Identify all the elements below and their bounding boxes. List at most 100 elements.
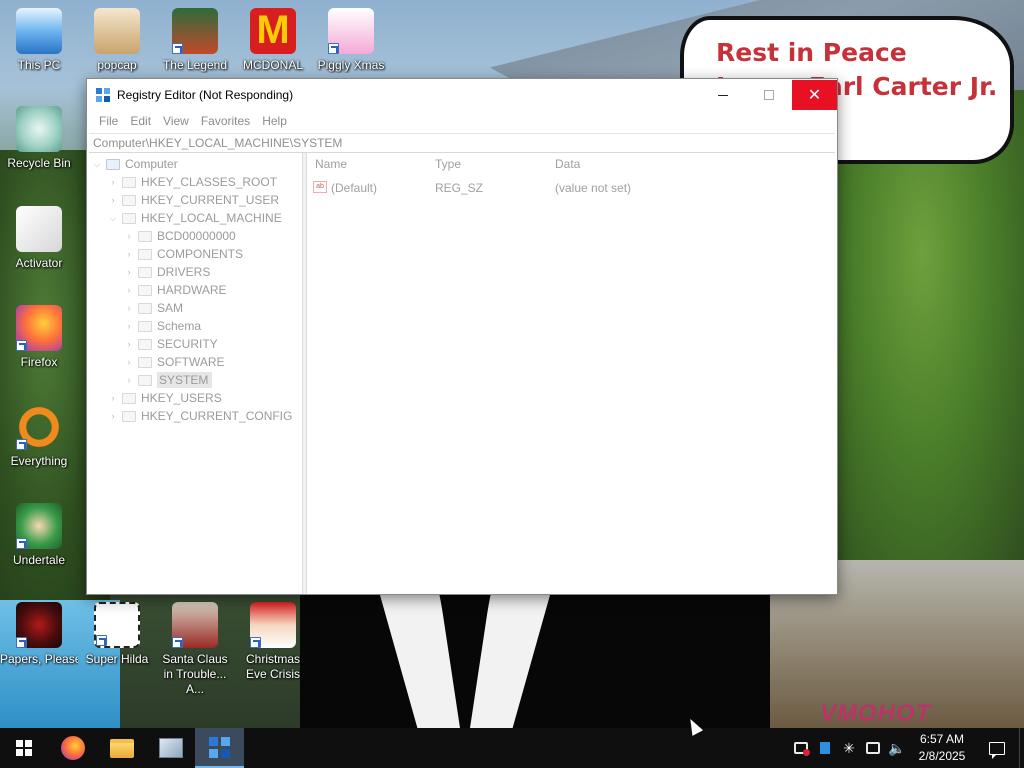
column-header-data[interactable]: Data [555, 157, 580, 171]
taskbar-app-file-explorer[interactable] [97, 728, 146, 768]
menu-favorites[interactable]: Favorites [195, 114, 256, 128]
desktop-icon-christmas-eve-crisis[interactable]: Christmas Eve Crisis [234, 602, 312, 682]
desktop-icon-santa-claus[interactable]: Santa Claus in Trouble... A... [156, 602, 234, 697]
tree-node-computer[interactable]: ⌵ Computer [91, 155, 178, 173]
menu-help[interactable]: Help [256, 114, 293, 128]
clock-date: 2/8/2025 [918, 749, 966, 763]
tree-node-sam[interactable]: › SAM [123, 299, 184, 317]
chevron-down-icon[interactable]: ⌵ [107, 213, 119, 224]
chevron-right-icon[interactable]: › [123, 321, 135, 331]
desktop-icon-everything[interactable]: Everything [0, 404, 78, 469]
folder-icon [122, 194, 136, 206]
menu-view[interactable]: View [157, 114, 195, 128]
chevron-right-icon[interactable]: › [123, 357, 135, 367]
tree-node-label: HKEY_CLASSES_ROOT [141, 175, 278, 189]
menu-edit[interactable]: Edit [124, 114, 157, 128]
taskbar-app-remote-desktop[interactable] [146, 728, 195, 768]
tree-node-label: SYSTEM [157, 372, 213, 388]
desktop-icon-label: Papers, Please [0, 652, 78, 666]
tree-node-label: SAM [157, 301, 184, 315]
title-bar[interactable]: Registry Editor (Not Responding) ✕ [87, 79, 837, 111]
registry-editor-icon [95, 87, 111, 103]
shortcut-arrow-icon [16, 637, 27, 648]
column-header-type[interactable]: Type [435, 157, 461, 171]
folder-icon [138, 320, 152, 332]
tray-security[interactable] [789, 728, 813, 768]
desktop-icon-recycle-bin[interactable]: Recycle Bin [0, 106, 78, 171]
action-center-button[interactable] [975, 728, 1019, 768]
chevron-right-icon[interactable]: › [123, 249, 135, 259]
minimize-button[interactable] [700, 80, 746, 110]
start-button[interactable] [0, 728, 48, 768]
column-header-name[interactable]: Name [315, 157, 347, 171]
desktop-icon-piggly-xmas[interactable]: Piggly Xmas [312, 8, 390, 73]
desktop-icon-firefox[interactable]: Firefox [0, 305, 78, 370]
chevron-right-icon[interactable]: › [123, 285, 135, 295]
computer-icon [106, 158, 120, 170]
desktop-icon-mcdonald[interactable]: M MCDONAL [234, 8, 312, 73]
desktop-icon-popcap[interactable]: popcap [78, 8, 156, 73]
tree-node-drivers[interactable]: › DRIVERS [123, 263, 211, 281]
legend-game-icon [172, 8, 218, 54]
value-row[interactable]: ab (Default) REG_SZ (value not set) [307, 179, 837, 197]
taskbar-clock[interactable]: 6:57 AM 2/8/2025 [909, 728, 975, 768]
desktop-icon-papers-please[interactable]: Papers, Please [0, 602, 78, 667]
tree-node-components[interactable]: › COMPONENTS [123, 245, 244, 263]
close-button[interactable]: ✕ [792, 80, 837, 110]
tray-volume[interactable]: 🔈 [885, 728, 909, 768]
tray-brightness[interactable]: ✳ [837, 728, 861, 768]
tree-node-label: COMPONENTS [157, 247, 244, 261]
tree-node-label: HKEY_CURRENT_USER [141, 193, 280, 207]
tree-node-hkcc[interactable]: › HKEY_CURRENT_CONFIG [107, 407, 293, 425]
tree-node-label: HKEY_LOCAL_MACHINE [141, 211, 282, 225]
desktop-icon-label: The Legend [162, 58, 228, 72]
chevron-down-icon[interactable]: ⌵ [91, 159, 103, 170]
shortcut-arrow-icon [16, 340, 27, 351]
tree-node-schema[interactable]: › Schema [123, 317, 202, 335]
taskbar-app-firefox[interactable] [48, 728, 97, 768]
folder-icon [122, 212, 136, 224]
tree-node-software[interactable]: › SOFTWARE [123, 353, 225, 371]
desktop-icon-label: Super Hilda [85, 652, 149, 666]
tree-node-hku[interactable]: › HKEY_USERS [107, 389, 222, 407]
desktop-icon-activator[interactable]: Activator [0, 206, 78, 271]
tray-network[interactable] [861, 728, 885, 768]
chevron-right-icon[interactable]: › [123, 339, 135, 349]
tree-node-hkcr[interactable]: › HKEY_CLASSES_ROOT [107, 173, 278, 191]
address-bar[interactable]: Computer\HKEY_LOCAL_MACHINE\SYSTEM [89, 133, 835, 153]
menu-file[interactable]: File [93, 114, 124, 128]
maximize-button[interactable] [746, 80, 792, 110]
chevron-right-icon[interactable]: › [123, 231, 135, 241]
desktop-icon-undertale[interactable]: Undertale [0, 503, 78, 568]
christmas-eve-icon [250, 602, 296, 648]
chevron-right-icon[interactable]: › [107, 411, 119, 421]
taskbar-app-registry-editor[interactable] [195, 728, 244, 768]
tree-node-bcd[interactable]: › BCD00000000 [123, 227, 236, 245]
folder-icon [138, 284, 152, 296]
tree-node-system[interactable]: › SYSTEM [123, 371, 213, 389]
tree-node-hklm[interactable]: ⌵ HKEY_LOCAL_MACHINE [107, 209, 282, 227]
chevron-right-icon[interactable]: › [123, 303, 135, 313]
chevron-right-icon[interactable]: › [107, 177, 119, 187]
wallpaper-watermark: VMOHOT [820, 700, 932, 727]
desktop-icon-super-hilda[interactable]: Super Hilda [78, 602, 156, 667]
tree-node-hkcu[interactable]: › HKEY_CURRENT_USER [107, 191, 280, 209]
show-desktop-button[interactable] [1019, 728, 1024, 768]
security-alert-icon [794, 742, 810, 756]
shortcut-arrow-icon [172, 637, 183, 648]
desktop-icon-this-pc[interactable]: This PC [0, 8, 78, 73]
desktop-icon-the-legend[interactable]: The Legend [156, 8, 234, 73]
chevron-right-icon[interactable]: › [107, 393, 119, 403]
tree-node-security[interactable]: › SECURITY [123, 335, 218, 353]
tray-app[interactable] [813, 728, 837, 768]
chevron-right-icon[interactable]: › [123, 375, 135, 385]
tree-node-hardware[interactable]: › HARDWARE [123, 281, 227, 299]
desktop-icon-label: Undertale [12, 553, 66, 567]
key-tree[interactable]: ⌵ Computer › HKEY_CLASSES_ROOT › HKEY_CU… [87, 153, 303, 594]
registry-editor-window[interactable]: Registry Editor (Not Responding) ✕ File … [86, 78, 838, 595]
value-name: (Default) [331, 181, 378, 195]
desktop-icon-label: MCDONAL [242, 58, 303, 72]
chevron-right-icon[interactable]: › [107, 195, 119, 205]
value-list[interactable]: Name Type Data ab (Default) REG_SZ (valu… [307, 153, 837, 594]
chevron-right-icon[interactable]: › [123, 267, 135, 277]
